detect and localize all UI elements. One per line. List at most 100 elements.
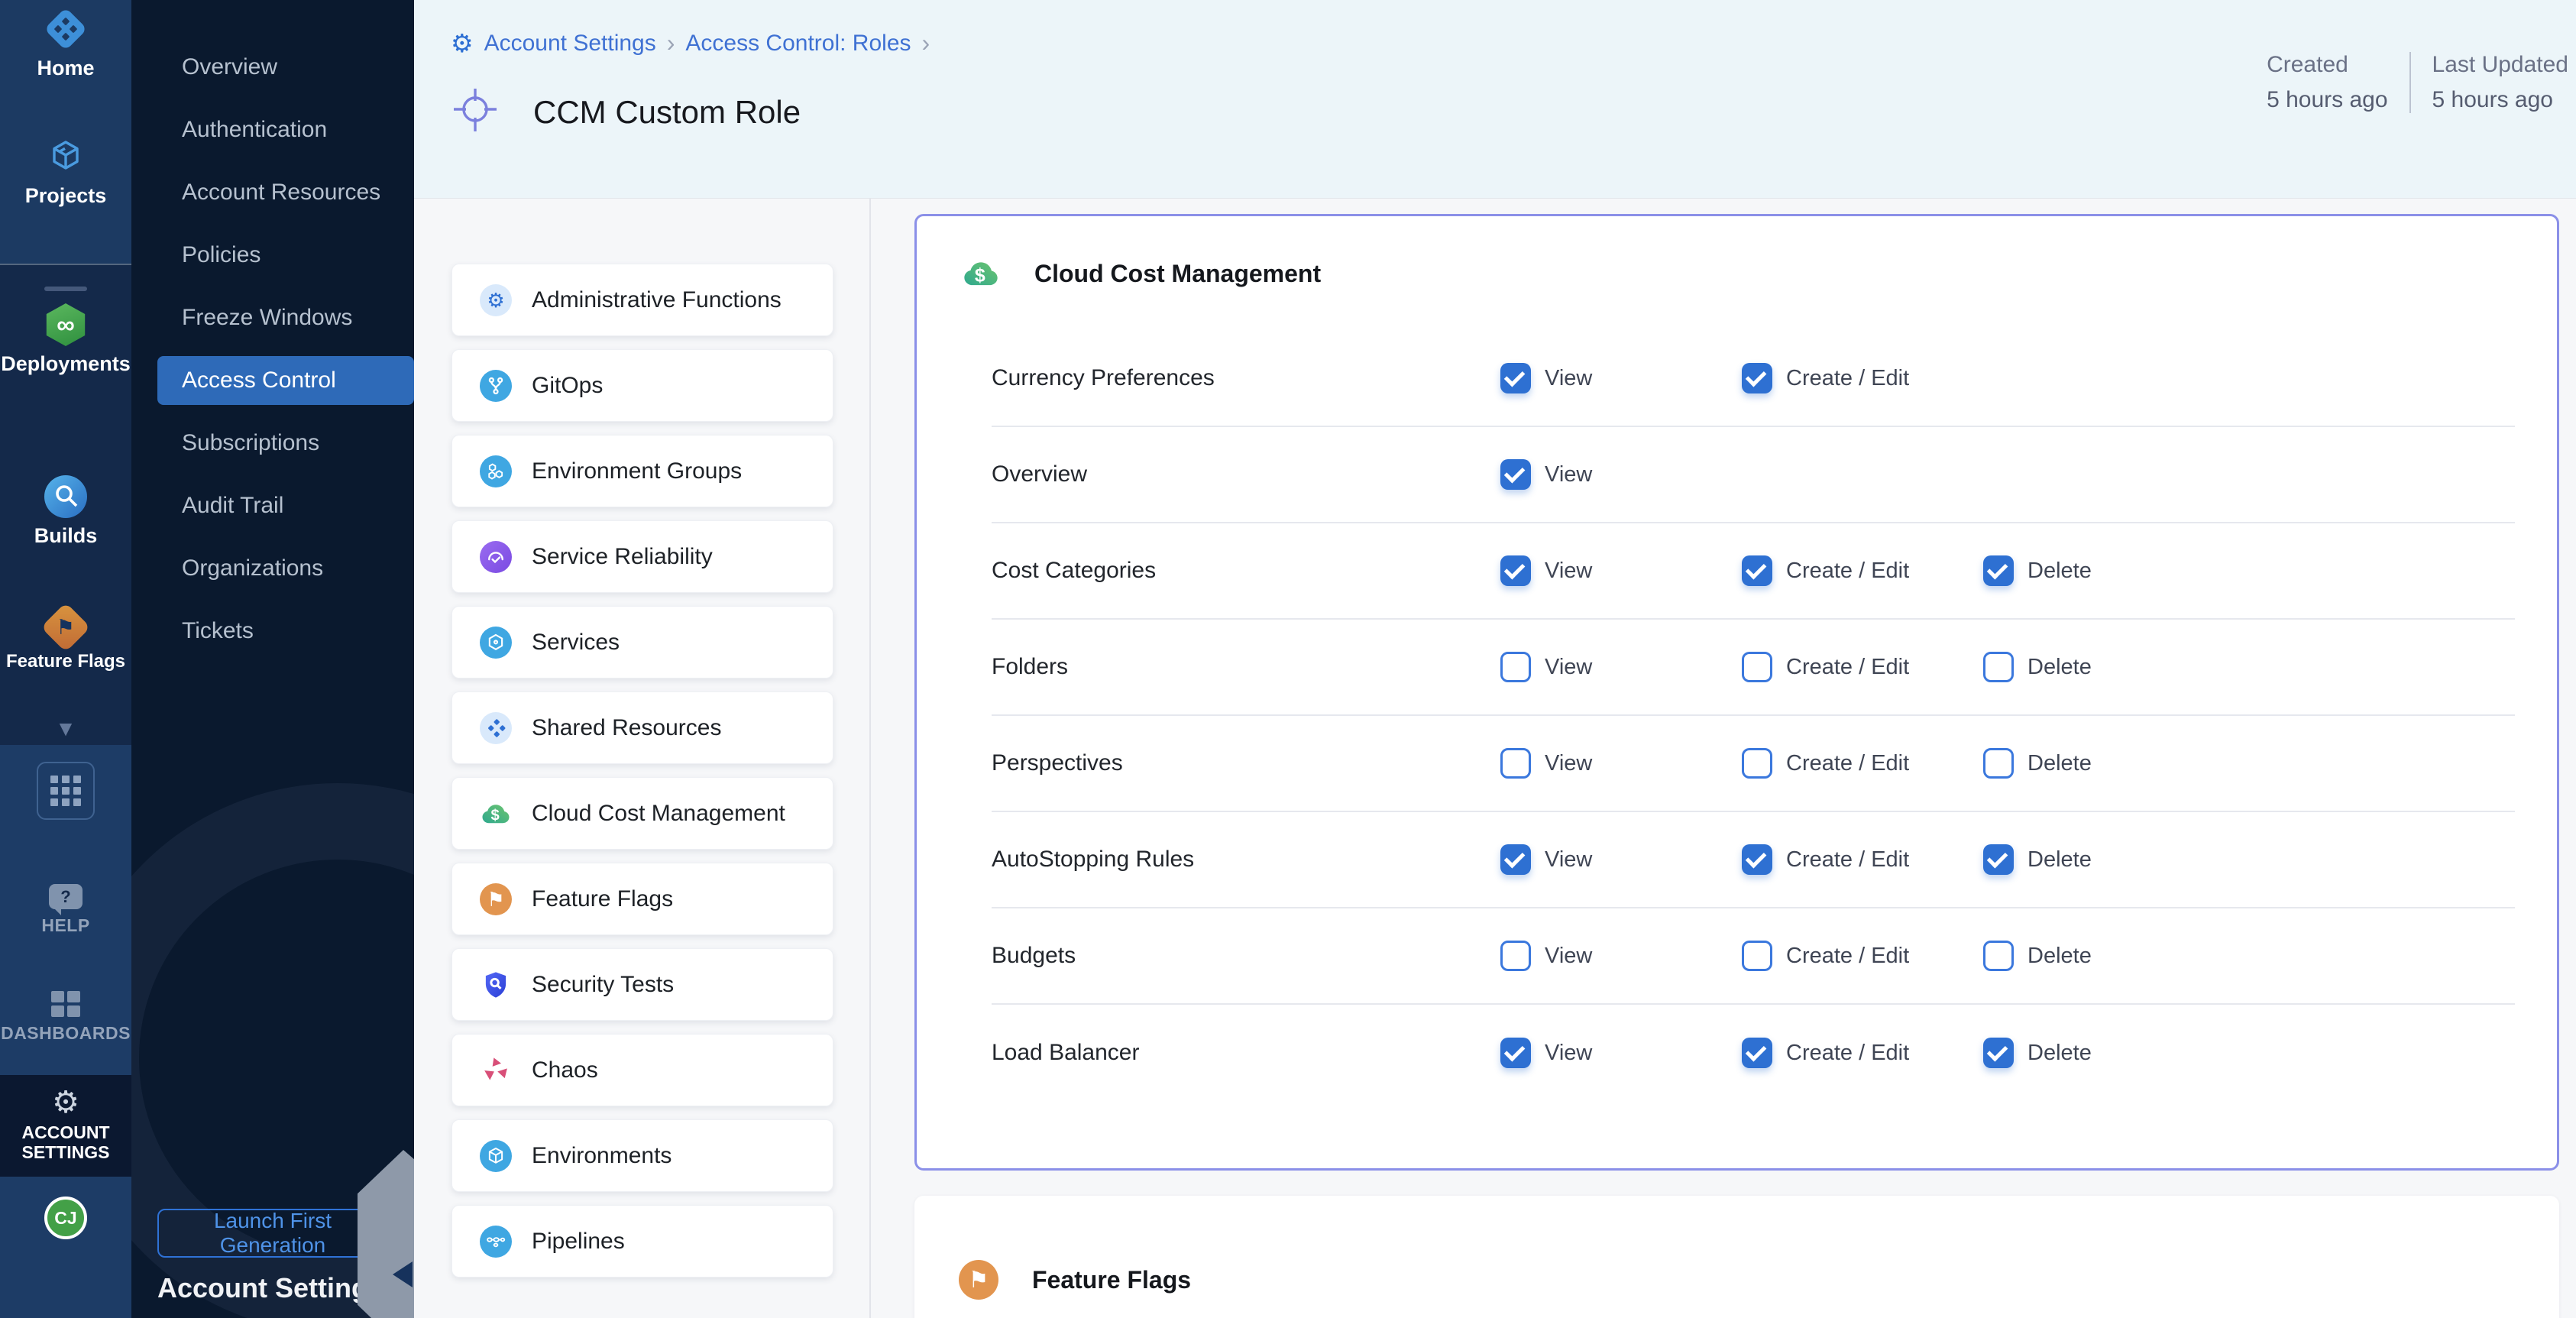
resource-category-pipelines[interactable]: Pipelines <box>451 1205 833 1278</box>
checked-checkbox[interactable] <box>1983 844 2014 875</box>
unchecked-checkbox[interactable] <box>1983 941 2014 971</box>
unchecked-checkbox[interactable] <box>1983 652 2014 682</box>
resource-category-gitops[interactable]: GitOps <box>451 349 833 422</box>
unchecked-checkbox[interactable] <box>1500 652 1531 682</box>
gear-watermark <box>358 1150 414 1318</box>
permission-cell-create-edit[interactable]: Create / Edit <box>1742 555 1909 586</box>
launch-first-generation-button[interactable]: Launch First Generation <box>157 1209 388 1258</box>
checked-checkbox[interactable] <box>1500 363 1531 393</box>
rail-item-projects[interactable]: Projects <box>0 135 131 208</box>
chevron-down-icon[interactable]: ▼ <box>0 717 131 741</box>
role-target-icon <box>451 86 500 138</box>
sidebar-item-policies[interactable]: Policies <box>157 224 414 287</box>
sidebar-item-label: Audit Trail <box>182 493 283 519</box>
sidebar-item-authentication[interactable]: Authentication <box>157 99 414 161</box>
permission-cell-view[interactable]: View <box>1500 941 1592 971</box>
rail-item-dashboards[interactable]: DASHBOARDS <box>0 991 131 1044</box>
permission-cell-create-edit[interactable]: Create / Edit <box>1742 748 1909 779</box>
sidebar-item-tickets[interactable]: Tickets <box>157 600 414 662</box>
checked-checkbox[interactable] <box>1983 555 2014 586</box>
permission-cell-delete[interactable]: Delete <box>1983 844 2092 875</box>
checked-checkbox[interactable] <box>1742 555 1772 586</box>
breadcrumb-account-settings[interactable]: Account Settings <box>484 31 656 57</box>
resource-category-shared-resources[interactable]: Shared Resources <box>451 691 833 764</box>
flag-round-icon: ⚑ <box>959 1260 998 1300</box>
permission-cell-view[interactable]: View <box>1500 1038 1592 1068</box>
checkbox-label: View <box>1545 1041 1592 1066</box>
resource-category-service-reliability[interactable]: Service Reliability <box>451 520 833 593</box>
resource-category-feature-flags[interactable]: ⚑ Feature Flags <box>451 863 833 935</box>
resource-category-security-tests[interactable]: Security Tests <box>451 948 833 1021</box>
permission-cell-delete[interactable]: Delete <box>1983 941 2092 971</box>
sidebar-item-freeze-windows[interactable]: Freeze Windows <box>157 287 414 349</box>
checkbox-label: Delete <box>2027 847 2092 873</box>
rail-item-feature-flags[interactable]: ⚑ Feature Flags <box>0 606 131 672</box>
unchecked-checkbox[interactable] <box>1983 748 2014 779</box>
meta-divider <box>2409 52 2411 113</box>
feature-flags-icon: ⚑ <box>40 602 90 652</box>
sidebar-item-subscriptions[interactable]: Subscriptions <box>157 412 414 474</box>
permission-cell-delete[interactable]: Delete <box>1983 652 2092 682</box>
permission-cell-view[interactable]: View <box>1500 748 1592 779</box>
git-branch-icon <box>480 370 512 402</box>
permission-cell-view[interactable]: View <box>1500 844 1592 875</box>
rail-item-builds[interactable]: Builds <box>0 475 131 548</box>
breadcrumb-access-control-roles[interactable]: Access Control: Roles <box>685 31 911 57</box>
resource-category-label: GitOps <box>532 373 603 399</box>
hexagons-icon <box>480 455 512 487</box>
sidebar-nav-list: Overview Authentication Account Resource… <box>131 0 414 662</box>
resource-category-environment-groups[interactable]: Environment Groups <box>451 435 833 507</box>
sidebar-item-label: Organizations <box>182 555 323 581</box>
permission-cell-create-edit[interactable]: Create / Edit <box>1742 652 1909 682</box>
permission-cell-create-edit[interactable]: Create / Edit <box>1742 363 1909 393</box>
permission-cell-view[interactable]: View <box>1500 652 1592 682</box>
rail-item-deployments[interactable]: ∞ Deployments <box>0 303 131 376</box>
rail-item-home[interactable]: Home <box>0 8 131 80</box>
unchecked-checkbox[interactable] <box>1742 941 1772 971</box>
sidebar-item-access-control[interactable]: Access Control <box>157 356 414 405</box>
permission-cell-delete[interactable]: Delete <box>1983 555 2092 586</box>
permission-cell-create-edit[interactable]: Create / Edit <box>1742 941 1909 971</box>
module-grid-button[interactable] <box>37 762 95 820</box>
permission-row-label: Budgets <box>992 943 1076 969</box>
checked-checkbox[interactable] <box>1500 844 1531 875</box>
sidebar-collapse-arrow-icon[interactable] <box>393 1261 413 1287</box>
permission-cell-delete[interactable]: Delete <box>1983 748 2092 779</box>
checked-checkbox[interactable] <box>1500 555 1531 586</box>
sidebar-item-audit-trail[interactable]: Audit Trail <box>157 474 414 537</box>
permission-cell-view[interactable]: View <box>1500 363 1592 393</box>
sidebar-item-account-resources[interactable]: Account Resources <box>157 161 414 224</box>
permission-cell-delete[interactable]: Delete <box>1983 1038 2092 1068</box>
permission-rows: Currency Preferences ViewCreate / Edit O… <box>917 331 2557 1101</box>
resource-category-label: Pipelines <box>532 1229 625 1255</box>
sidebar-item-organizations[interactable]: Organizations <box>157 537 414 600</box>
checked-checkbox[interactable] <box>1742 1038 1772 1068</box>
unchecked-checkbox[interactable] <box>1500 748 1531 779</box>
rail-item-account-settings[interactable]: ⚙ ACCOUNT SETTINGS <box>0 1075 131 1177</box>
resource-category-cloud-cost-management[interactable]: $ Cloud Cost Management <box>451 777 833 850</box>
unchecked-checkbox[interactable] <box>1500 941 1531 971</box>
checked-checkbox[interactable] <box>1983 1038 2014 1068</box>
checked-checkbox[interactable] <box>1500 1038 1531 1068</box>
resource-category-label: Security Tests <box>532 972 674 998</box>
permission-cell-create-edit[interactable]: Create / Edit <box>1742 1038 1909 1068</box>
rail-top-section: Home Projects <box>0 0 131 264</box>
resource-category-services[interactable]: Services <box>451 606 833 678</box>
sidebar-item-overview[interactable]: Overview <box>157 36 414 99</box>
unchecked-checkbox[interactable] <box>1742 652 1772 682</box>
resource-category-chaos[interactable]: Chaos <box>451 1034 833 1106</box>
checked-checkbox[interactable] <box>1742 844 1772 875</box>
permission-row-label: AutoStopping Rules <box>992 847 1194 873</box>
resource-category-environments[interactable]: Environments <box>451 1119 833 1192</box>
permission-cell-create-edit[interactable]: Create / Edit <box>1742 844 1909 875</box>
checked-checkbox[interactable] <box>1742 363 1772 393</box>
rail-item-help[interactable]: ? HELP <box>0 884 131 936</box>
unchecked-checkbox[interactable] <box>1742 748 1772 779</box>
rail-label-account-settings: ACCOUNT SETTINGS <box>17 1122 115 1163</box>
checked-checkbox[interactable] <box>1500 459 1531 490</box>
resource-category-administrative-functions[interactable]: ⚙ Administrative Functions <box>451 264 833 336</box>
permission-cell-view[interactable]: View <box>1500 459 1592 490</box>
user-avatar[interactable]: CJ <box>44 1197 87 1239</box>
permission-cell-view[interactable]: View <box>1500 555 1592 586</box>
module-rail: Home Projects ∞ Deployments Builds <box>0 0 131 1318</box>
